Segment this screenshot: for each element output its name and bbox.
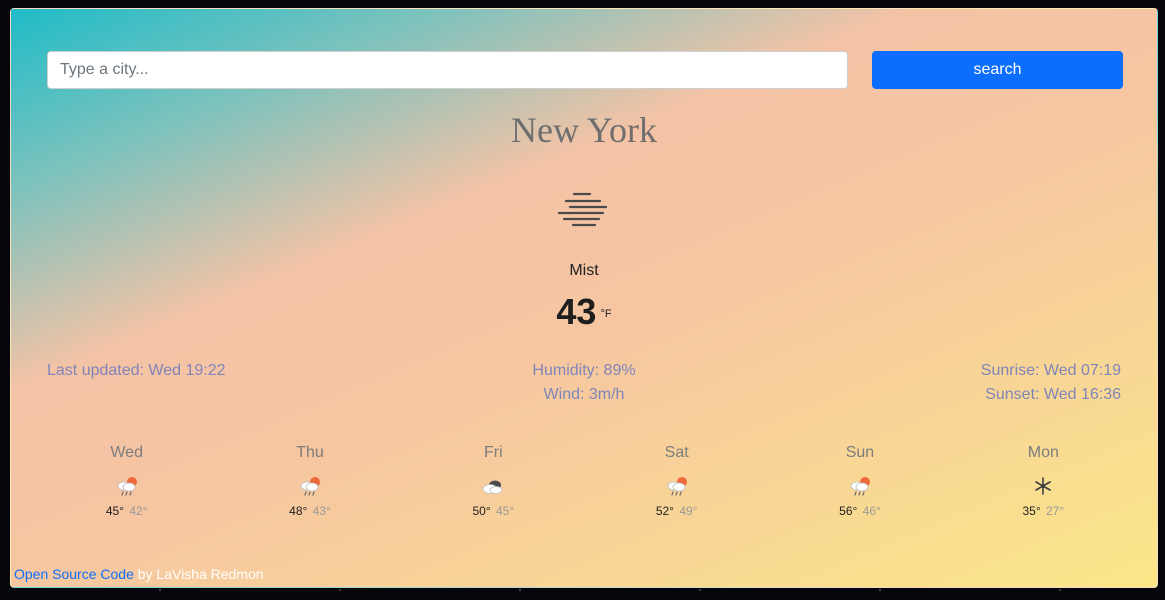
- sun-times-block: Sunrise: Wed 07:19 Sunset: Wed 16:36: [981, 359, 1121, 407]
- forecast-temps: 35° 27°: [952, 504, 1135, 518]
- forecast-high: 48°: [289, 504, 308, 518]
- weather-description: Mist: [569, 262, 599, 279]
- forecast-row: Wed 45° 42° Thu 48° 43° Fri 50° 45° Sat …: [35, 444, 1135, 518]
- rain-snow-icon: [667, 477, 687, 496]
- weather-card: search New York Mist 43°F Last updated: …: [10, 8, 1158, 588]
- forecast-day: Mon 35° 27°: [952, 444, 1135, 518]
- rain-snow-icon: [117, 477, 137, 496]
- sunrise: Sunrise: Wed 07:19: [980, 362, 1121, 379]
- forecast-temps: 50° 45°: [402, 504, 585, 518]
- footer-byline: by LaVisha Redmon: [133, 566, 264, 582]
- forecast-low: 45°: [495, 504, 515, 518]
- forecast-temps: 56° 46°: [768, 504, 951, 518]
- current-temperature: 43 °F: [11, 291, 1157, 333]
- rain-snow-icon: [850, 477, 870, 496]
- forecast-low: 49°: [679, 504, 698, 518]
- forecast-day-name: Wed: [110, 444, 143, 461]
- forecast-day-name: Mon: [1027, 444, 1059, 461]
- forecast-day-name: Thu: [296, 444, 324, 461]
- forecast-day: Sun 56° 46°: [768, 444, 951, 518]
- forecast-temps: 48° 43°: [218, 504, 401, 518]
- forecast-temps: 45° 42°: [35, 504, 218, 518]
- forecast-high: 52°: [655, 504, 674, 518]
- forecast-high: 45°: [105, 504, 124, 518]
- forecast-day: Sat 52° 49°: [585, 444, 768, 518]
- forecast-low: 46°: [862, 504, 881, 518]
- source-code-link[interactable]: Open Source Code: [14, 566, 134, 582]
- search-bar: search: [47, 51, 1123, 89]
- forecast-high: 56°: [839, 504, 858, 518]
- footer: Open Source Code by LaVisha Redmon: [14, 566, 264, 582]
- temperature-unit: °F: [600, 308, 612, 320]
- forecast-low: 42°: [129, 504, 148, 518]
- forecast-low: 43°: [312, 504, 331, 518]
- forecast-high: 50°: [472, 504, 491, 518]
- forecast-day: Fri 50° 45°: [402, 444, 585, 518]
- forecast-day: Thu 48° 43°: [218, 444, 401, 518]
- city-name: New York: [510, 110, 658, 150]
- forecast-day-name: Fri: [483, 444, 503, 461]
- snow-icon: [1035, 477, 1052, 495]
- forecast-day: Wed 45° 42°: [35, 444, 218, 518]
- forecast-day-name: Sat: [664, 444, 689, 461]
- search-button[interactable]: search: [872, 51, 1123, 89]
- forecast-low: 27°: [1045, 504, 1065, 518]
- temperature-value: 43: [556, 291, 597, 332]
- mist-icon: [557, 192, 608, 227]
- forecast-day-name: Sun: [845, 444, 875, 461]
- forecast-high: 35°: [1022, 504, 1041, 518]
- rain-snow-icon: [300, 477, 320, 496]
- sunset: Sunset: Wed 16:36: [985, 386, 1121, 403]
- forecast-temps: 52° 49°: [585, 504, 768, 518]
- cloudy-icon: [482, 480, 503, 494]
- city-search-input[interactable]: [47, 51, 848, 89]
